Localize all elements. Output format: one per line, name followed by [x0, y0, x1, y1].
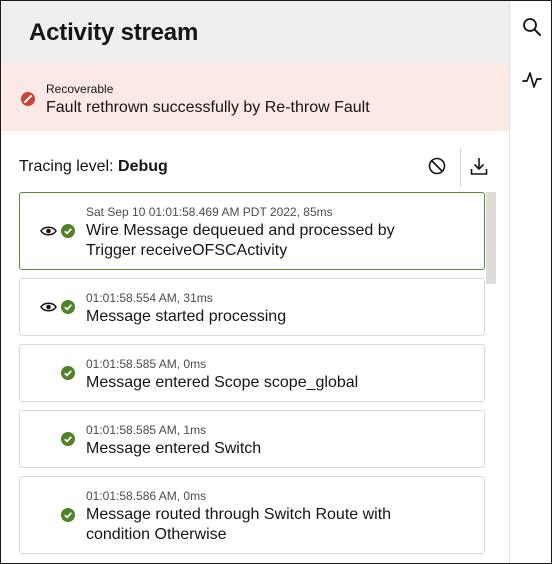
eye-icon[interactable] [40, 301, 57, 313]
activity-description-line: Trigger receiveOFSCActivity [86, 242, 288, 259]
activity-description-line: Wire Message dequeued and processed by [86, 222, 395, 239]
right-icon-rail [509, 1, 551, 563]
activity-item[interactable]: 01:01:58.554 AM, 31ms Message started pr… [19, 278, 485, 336]
error-severity: Recoverable [46, 82, 114, 96]
activity-item[interactable]: 01:01:58.585 AM, 1ms Message entered Swi… [19, 410, 485, 468]
activity-description: Message entered Switch [86, 440, 262, 457]
success-check-icon [61, 432, 75, 446]
success-check-icon [61, 224, 75, 238]
activity-description-line: Message routed through Switch Route with [86, 506, 392, 523]
activity-timestamp: 01:01:58.554 AM, 31ms [86, 291, 213, 305]
activity-item[interactable]: 01:01:58.586 AM, 0ms Message routed thro… [19, 476, 485, 554]
activity-description: Wire Message dequeued and processed by T… [86, 221, 466, 261]
activity-timestamp: 01:01:58.585 AM, 1ms [86, 423, 207, 437]
activity-stream-window: Activity stream Recoverable Fault rethro… [0, 0, 552, 564]
tracing-level-value: Debug [118, 158, 168, 175]
download-icon [470, 158, 488, 175]
clear-icon [428, 157, 446, 175]
panel-header: Activity stream [1, 1, 509, 65]
panel-title: Activity stream [29, 19, 199, 46]
error-circle-icon [21, 92, 35, 106]
search-icon [523, 18, 541, 36]
activity-description-line: condition Otherwise [86, 526, 227, 543]
tracing-level-label: Tracing level: [19, 158, 114, 175]
tracing-level: Tracing level: Debug [19, 158, 168, 176]
download-button[interactable] [467, 154, 491, 178]
activity-timestamp: 01:01:58.586 AM, 0ms [86, 489, 207, 503]
activity-item[interactable]: 01:01:58.585 AM, 0ms Message entered Sco… [19, 344, 485, 402]
success-check-icon [61, 300, 75, 314]
activity-item[interactable]: Sat Sep 10 01:01:58.469 AM PDT 2022, 85m… [19, 192, 485, 270]
error-message: Fault rethrown successfully by Re-throw … [46, 99, 370, 116]
success-check-icon [61, 366, 75, 380]
clear-button[interactable] [425, 154, 449, 178]
activity-description: Message entered Scope scope_global [86, 374, 359, 391]
error-banner: Recoverable Fault rethrown successfully … [1, 65, 509, 131]
activity-description: Message started processing [86, 308, 287, 325]
success-check-icon [61, 508, 75, 522]
activity-timestamp: 01:01:58.585 AM, 0ms [86, 357, 207, 371]
activity-stream-panel: Activity stream Recoverable Fault rethro… [1, 1, 509, 563]
activity-icon [522, 72, 542, 88]
activity-description: Message routed through Switch Route with… [86, 505, 466, 545]
activity-stream-button[interactable] [521, 69, 543, 91]
eye-icon[interactable] [40, 225, 57, 237]
search-button[interactable] [521, 16, 543, 38]
toolbar-divider [460, 148, 461, 186]
scrollbar-thumb[interactable] [486, 192, 496, 284]
activity-timestamp: Sat Sep 10 01:01:58.469 AM PDT 2022, 85m… [86, 205, 333, 219]
